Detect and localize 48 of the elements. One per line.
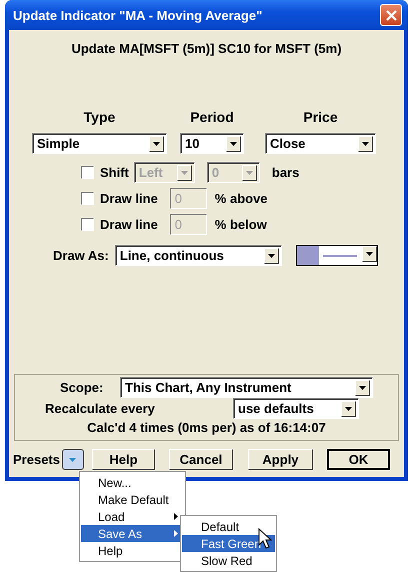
dropdown-arrow-icon: [359, 386, 366, 390]
dropdown[interactable]: Close: [265, 133, 376, 154]
recalculate-dropdown[interactable]: use defaults: [233, 398, 359, 419]
dialog-button[interactable]: OK: [326, 449, 390, 470]
menu-item[interactable]: Help: [81, 542, 184, 559]
calc-status: Calc'd 4 times (0ms per) as of 16:14:07: [87, 420, 326, 435]
dropdown-arrow-icon: [345, 406, 352, 410]
menu-item[interactable]: Default: [182, 518, 275, 535]
dropdown-arrow-icon: [180, 170, 188, 174]
line-sample-icon: [323, 254, 358, 256]
column-label: Period: [189, 109, 235, 125]
draw-style-dropdown[interactable]: Line, continuous: [114, 245, 282, 266]
draw-line-label: Draw line: [100, 191, 158, 206]
presets-label: Presets: [13, 452, 60, 467]
dropdown-arrow-icon: [268, 254, 275, 258]
draw-as-label: Draw As:: [53, 248, 109, 263]
menu-item[interactable]: Load: [81, 508, 184, 525]
indicator-heading: Update MA[MSFT (5m)] SC10 for MSFT (5m): [71, 41, 342, 56]
dropdown-arrow-icon: [153, 142, 160, 146]
dropdown[interactable]: Simple: [32, 133, 167, 154]
bars-label: bars: [272, 165, 300, 180]
menu-item[interactable]: New...: [81, 474, 184, 491]
dropdown[interactable]: 10: [180, 133, 244, 154]
line-color-picker[interactable]: [296, 245, 378, 266]
dropdown-arrow-icon: [362, 142, 369, 146]
menu-item[interactable]: Slow Red: [182, 552, 275, 569]
close-button[interactable]: [380, 4, 402, 26]
dialog-button[interactable]: Help: [92, 449, 155, 470]
dialog-button[interactable]: Apply: [248, 449, 313, 470]
menu-item[interactable]: Fast Green: [182, 535, 275, 552]
presets-button[interactable]: [62, 449, 84, 470]
scope-label: Scope:: [60, 380, 104, 395]
window-title: Update Indicator "MA - Moving Average": [13, 8, 262, 22]
scope-dropdown[interactable]: This Chart, Any Instrument: [120, 377, 373, 398]
dropdown-arrow-icon: [246, 170, 253, 174]
dropdown-arrow-icon: [366, 252, 373, 256]
dialog-button[interactable]: Cancel: [168, 449, 233, 470]
percent-label: % below: [214, 217, 267, 232]
recalculate-label: Recalculate every: [45, 401, 156, 416]
menu-item[interactable]: Make Default: [81, 491, 184, 508]
dropdown-arrow-icon: [230, 142, 237, 146]
shift-label: Shift: [100, 165, 129, 180]
dropdown-arrow-icon: [69, 458, 76, 462]
column-label: Price: [302, 109, 339, 125]
close-icon: [386, 10, 396, 20]
percent-label: % above: [214, 191, 268, 206]
column-label: Type: [82, 109, 116, 125]
draw-line-label: Draw line: [100, 217, 158, 232]
